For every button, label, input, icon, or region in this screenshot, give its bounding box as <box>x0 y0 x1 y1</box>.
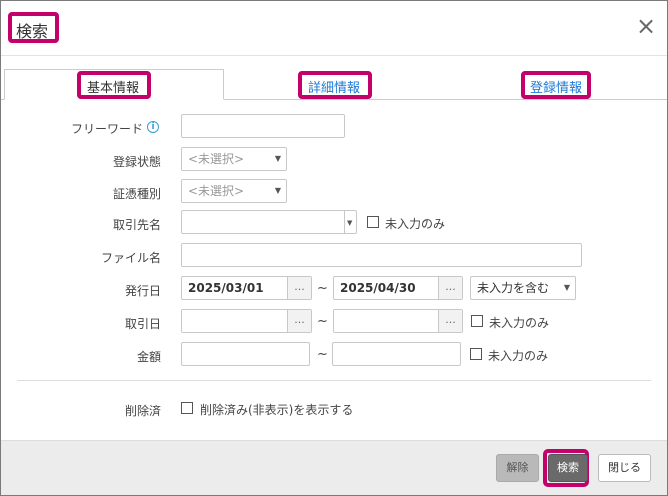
partner-combobox[interactable]: ▼ <box>181 210 357 234</box>
tab-basic-label[interactable]: 基本情報 <box>87 77 139 96</box>
transaction-date-from[interactable]: ... <box>181 309 312 333</box>
issue-date-from[interactable]: 2025/03/01 ... <box>181 276 312 300</box>
close-button[interactable]: 閉じる <box>598 454 651 482</box>
section-divider <box>17 380 651 381</box>
range-tilde: ~ <box>317 281 328 296</box>
chevron-down-icon: ▼ <box>274 154 281 163</box>
deleted-label: 削除済 <box>124 404 161 418</box>
show-deleted-checkbox[interactable] <box>181 402 193 414</box>
range-tilde: ~ <box>317 314 328 329</box>
issue-date-option-select[interactable]: 未入力を含む ▼ <box>470 276 576 300</box>
issue-date-label: 発行日 <box>124 284 161 298</box>
issue-date-option-value: 未入力を含む <box>477 281 550 295</box>
issue-date-from-value: 2025/03/01 <box>188 281 264 295</box>
dialog-title: 検索 <box>16 22 49 41</box>
amount-from-input[interactable] <box>181 342 310 366</box>
search-button[interactable]: 検索 <box>548 454 588 482</box>
transaction-date-label: 取引日 <box>124 317 161 331</box>
status-select-value: <未選択> <box>188 152 245 166</box>
partner-dropdown-button[interactable]: ▼ <box>344 211 356 233</box>
calendar-picker-button[interactable]: ... <box>438 310 462 332</box>
partner-empty-only-label: 未入力のみ <box>385 217 446 231</box>
calendar-picker-button[interactable]: ... <box>438 277 462 299</box>
issue-date-to[interactable]: 2025/04/30 ... <box>333 276 463 300</box>
chevron-down-icon: ▼ <box>347 219 353 227</box>
tab-registration-info[interactable]: 登録情報 <box>530 77 582 96</box>
filename-label: ファイル名 <box>100 251 161 265</box>
tab-detail-info[interactable]: 詳細情報 <box>308 77 360 96</box>
show-deleted-label: 削除済み(非表示)を表示する <box>200 403 354 417</box>
search-dialog: 検索 × 基本情報 詳細情報 登録情報 フリーワード i 登録状態 <未選択> … <box>0 0 668 496</box>
partner-label: 取引先名 <box>112 218 161 232</box>
calendar-picker-button[interactable]: ... <box>287 277 311 299</box>
status-select[interactable]: <未選択> ▼ <box>181 147 287 171</box>
range-tilde: ~ <box>317 347 328 362</box>
amount-to-input[interactable] <box>332 342 461 366</box>
amount-empty-only-label: 未入力のみ <box>488 349 549 363</box>
partner-empty-only-checkbox[interactable] <box>367 216 379 228</box>
voucher-type-select-value: <未選択> <box>188 184 245 198</box>
amount-label: 金額 <box>136 350 161 364</box>
chevron-down-icon: ▼ <box>274 186 281 195</box>
chevron-down-icon: ▼ <box>563 283 570 292</box>
transaction-date-empty-only-label: 未入力のみ <box>489 316 550 330</box>
freeword-input[interactable] <box>181 114 345 138</box>
close-icon[interactable]: × <box>634 14 658 39</box>
header-divider <box>1 55 667 56</box>
amount-empty-only-checkbox[interactable] <box>470 348 482 360</box>
info-icon[interactable]: i <box>147 121 159 133</box>
filename-input[interactable] <box>181 243 582 267</box>
status-label: 登録状態 <box>112 155 161 169</box>
clear-button[interactable]: 解除 <box>496 454 539 482</box>
transaction-date-to[interactable]: ... <box>333 309 463 333</box>
voucher-type-label: 証憑種別 <box>112 187 161 201</box>
freeword-label: フリーワード <box>70 122 143 136</box>
issue-date-to-value: 2025/04/30 <box>340 281 416 295</box>
transaction-date-empty-only-checkbox[interactable] <box>471 315 483 327</box>
voucher-type-select[interactable]: <未選択> ▼ <box>181 179 287 203</box>
calendar-picker-button[interactable]: ... <box>287 310 311 332</box>
